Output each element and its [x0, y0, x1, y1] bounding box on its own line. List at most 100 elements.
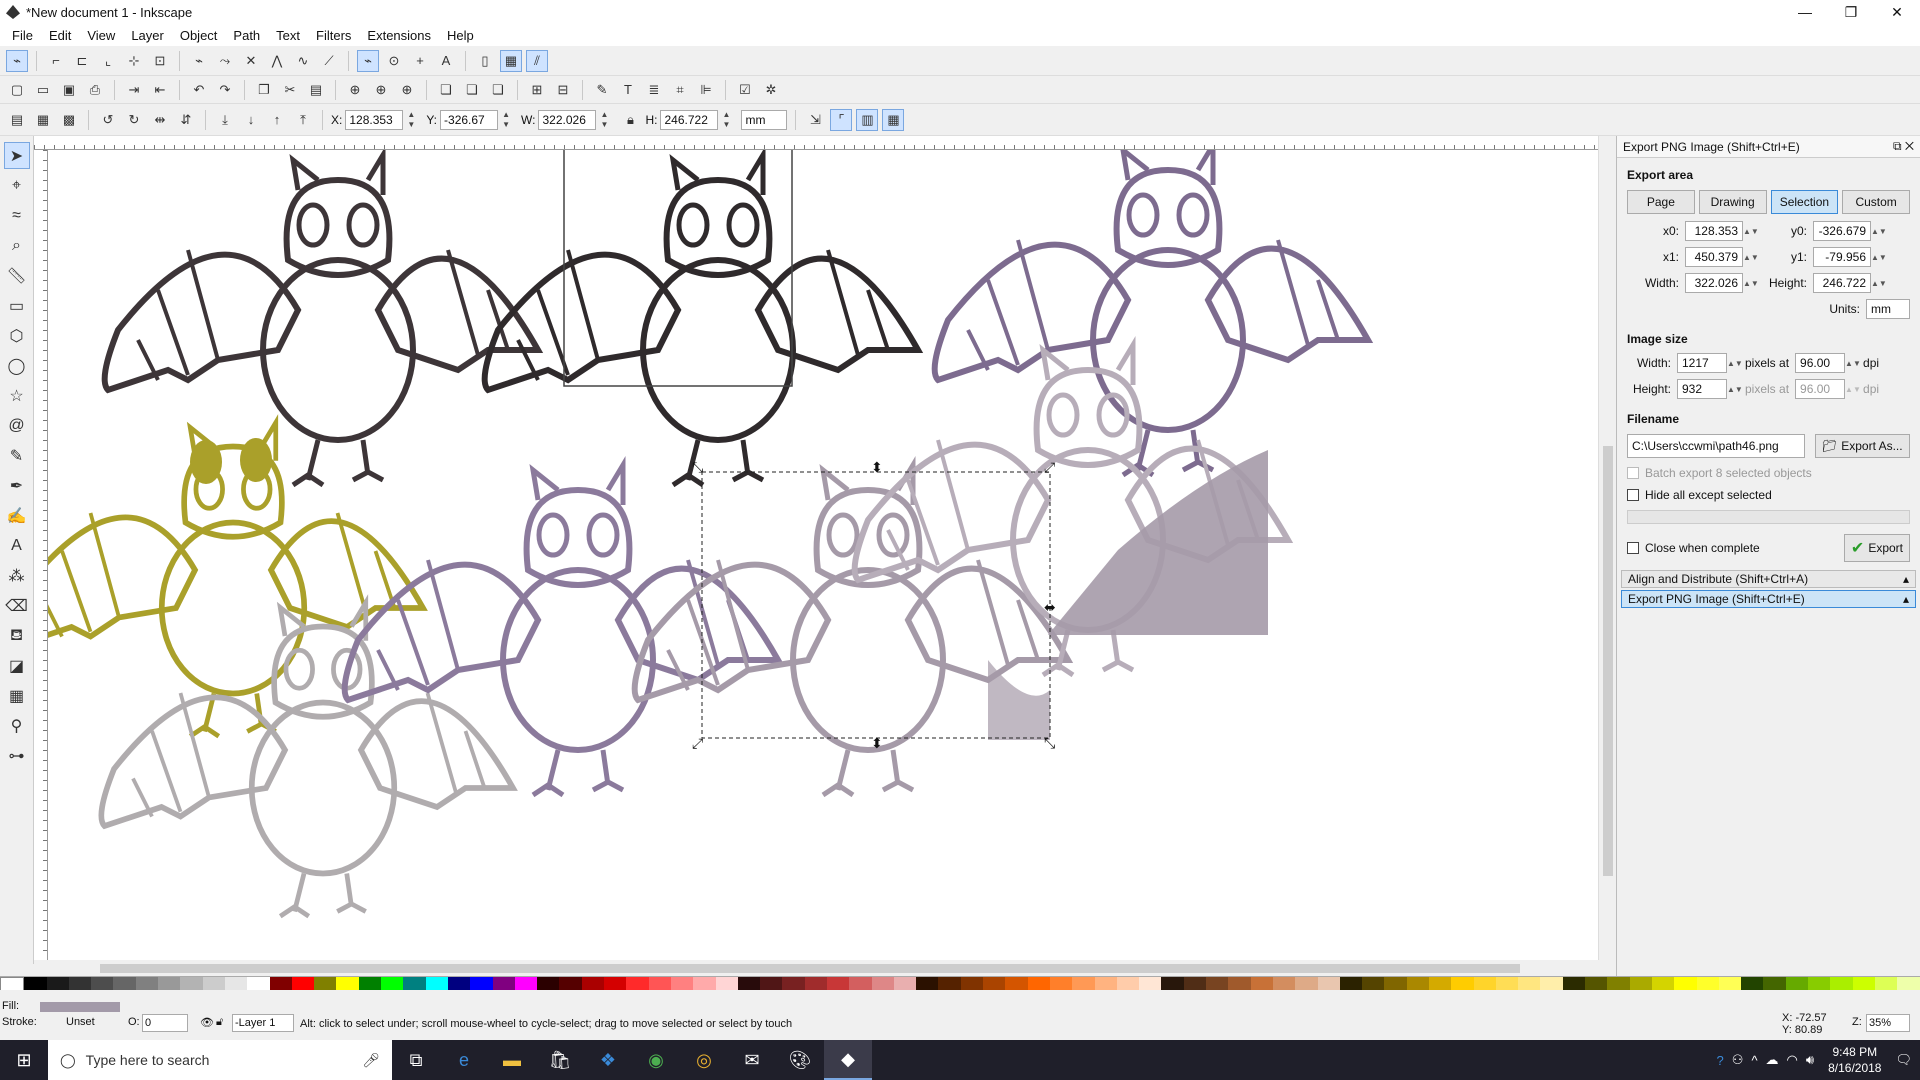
tripadvisor-icon[interactable]: ◉ — [632, 1040, 680, 1080]
snap-smooth-icon[interactable]: ∿ — [292, 50, 314, 72]
snap-bbox-corner-icon[interactable]: ⌞ — [97, 50, 119, 72]
palette-swatch[interactable] — [626, 977, 649, 991]
select-all-icon[interactable]: ▤ — [6, 109, 28, 131]
palette-swatch[interactable] — [1250, 977, 1273, 991]
area-height-spinner-icon[interactable]: ▲▼ — [1871, 279, 1887, 288]
palette-swatch[interactable] — [1852, 977, 1875, 991]
palette-swatch[interactable] — [470, 977, 493, 991]
clone-icon[interactable]: ❏ — [461, 79, 483, 101]
palette-swatch[interactable] — [1674, 977, 1697, 991]
y0-input[interactable]: -326.679 — [1813, 221, 1871, 241]
palette-swatch[interactable] — [1384, 977, 1407, 991]
palette-swatch[interactable] — [492, 977, 515, 991]
select-all-layers-icon[interactable]: ▦ — [32, 109, 54, 131]
hide-all-checkbox[interactable]: Hide all except selected — [1617, 484, 1920, 506]
palette-swatch[interactable] — [938, 977, 961, 991]
horizontal-scroll-thumb[interactable] — [100, 964, 1520, 973]
snap-page-icon[interactable]: ▯ — [474, 50, 496, 72]
palette-swatch[interactable] — [1116, 977, 1140, 991]
palette-swatch[interactable] — [269, 977, 292, 991]
box3d-tool-icon[interactable]: ⬡ — [4, 322, 30, 349]
raise-top-icon[interactable]: ⤒ — [292, 109, 314, 131]
deselect-icon[interactable]: ▩ — [58, 109, 80, 131]
palette-swatch[interactable] — [782, 977, 805, 991]
palette-swatch[interactable] — [403, 977, 426, 991]
move-patterns-icon[interactable]: ▦ — [882, 108, 905, 131]
palette-swatch[interactable] — [849, 977, 872, 991]
unit-select[interactable]: mm — [741, 109, 788, 130]
y0-spinner-icon[interactable]: ▲▼ — [1871, 227, 1887, 236]
image-width-input[interactable]: 1217 — [1677, 353, 1727, 373]
area-page-button[interactable]: Page — [1627, 190, 1695, 214]
palette-swatch[interactable] — [180, 977, 203, 991]
document-properties-icon[interactable]: ☑ — [734, 79, 756, 101]
layer-select[interactable]: -Layer 1 — [232, 1014, 294, 1032]
palette-swatch[interactable] — [1562, 977, 1586, 991]
zoom-input[interactable]: 35% — [1866, 1014, 1910, 1032]
palette-swatch[interactable] — [1607, 977, 1630, 991]
palette-swatch[interactable] — [1094, 977, 1117, 991]
snap-others-icon[interactable]: ⌁ — [357, 49, 379, 72]
h-spinner-icon[interactable]: ▲ ▼ — [721, 110, 731, 130]
w-input[interactable]: 322.026 — [538, 109, 597, 130]
palette-swatch[interactable] — [1473, 977, 1496, 991]
image-height-input[interactable]: 932 — [1677, 379, 1727, 399]
area-custom-button[interactable]: Custom — [1842, 190, 1910, 214]
w-spinner-icon[interactable]: ▲ ▼ — [599, 110, 609, 130]
palette-swatch[interactable] — [760, 977, 783, 991]
new-document-icon[interactable]: ▢ — [6, 79, 28, 101]
x-input[interactable]: 128.353 — [345, 109, 404, 130]
palette-swatch[interactable] — [1718, 977, 1742, 991]
area-height-input[interactable]: 246.722 — [1813, 273, 1871, 293]
stroke-value[interactable]: Unset — [66, 1016, 95, 1028]
palette-swatch[interactable] — [1763, 977, 1786, 991]
palette-swatch[interactable] — [1139, 977, 1162, 991]
x-spinner-icon[interactable]: ▲ ▼ — [406, 110, 416, 130]
palette-swatch[interactable] — [1785, 977, 1809, 991]
palette-swatch-none[interactable] — [0, 977, 25, 991]
palette-swatch[interactable] — [1206, 977, 1229, 991]
measure-tool-icon[interactable]: 📏︎ — [4, 262, 30, 289]
network-icon[interactable]: ◠ — [1787, 1052, 1798, 1068]
minimize-button[interactable]: — — [1782, 0, 1828, 24]
text-tool-icon[interactable]: A — [4, 532, 30, 559]
scale-stroke-icon[interactable]: ⇲ — [804, 109, 826, 131]
redo-icon[interactable]: ↷ — [214, 79, 236, 101]
snap-toggle-icon[interactable]: ⌁ — [6, 49, 28, 72]
lock-ratio-icon[interactable]: 🔒︎ — [619, 109, 641, 131]
menu-layer[interactable]: Layer — [123, 28, 172, 43]
star-tool-icon[interactable]: ☆ — [4, 382, 30, 409]
inkscape-taskbar-icon[interactable]: ◆ — [824, 1040, 872, 1080]
menu-object[interactable]: Object — [172, 28, 226, 43]
flip-vertical-icon[interactable]: ⇵ — [175, 109, 197, 131]
palette-swatch[interactable] — [1295, 977, 1318, 991]
palette-swatch[interactable] — [1808, 977, 1831, 991]
palette-swatch[interactable] — [960, 977, 984, 991]
palette-swatch[interactable] — [381, 977, 404, 991]
move-gradients-icon[interactable]: ▥ — [856, 108, 879, 131]
align-distribute-icon[interactable]: ⊫ — [695, 79, 717, 101]
tweak-tool-icon[interactable]: ≈ — [4, 202, 30, 229]
menu-path[interactable]: Path — [225, 28, 268, 43]
export-icon[interactable]: ⇤ — [149, 79, 171, 101]
mail-icon[interactable]: ✉ — [728, 1040, 776, 1080]
palette-swatch[interactable] — [1696, 977, 1719, 991]
zoom-drawing-icon[interactable]: ⊕ — [370, 79, 392, 101]
palette-swatch[interactable] — [916, 977, 939, 991]
palette-swatch[interactable] — [1339, 977, 1363, 991]
snap-intersections-icon[interactable]: ✕ — [240, 50, 262, 72]
paint-icon[interactable]: 🎨︎ — [776, 1040, 824, 1080]
palette-swatch[interactable] — [425, 977, 448, 991]
palette-swatch[interactable] — [1049, 977, 1073, 991]
snap-rotation-center-icon[interactable]: + — [409, 50, 431, 72]
palette-swatch[interactable] — [1651, 977, 1675, 991]
taskbar-search[interactable]: ◯ Type here to search 🎤︎ — [48, 1040, 392, 1080]
h-input[interactable]: 246.722 — [660, 109, 719, 130]
palette-swatch[interactable] — [1897, 977, 1920, 991]
palette-swatch[interactable] — [1272, 977, 1296, 991]
menu-file[interactable]: File — [4, 28, 41, 43]
node-tool-icon[interactable]: ⌖ — [4, 172, 30, 199]
palette-swatch[interactable] — [224, 977, 248, 991]
snap-nodes-icon[interactable]: ⌁ — [188, 50, 210, 72]
task-view-icon[interactable]: ⧉ — [392, 1040, 440, 1080]
